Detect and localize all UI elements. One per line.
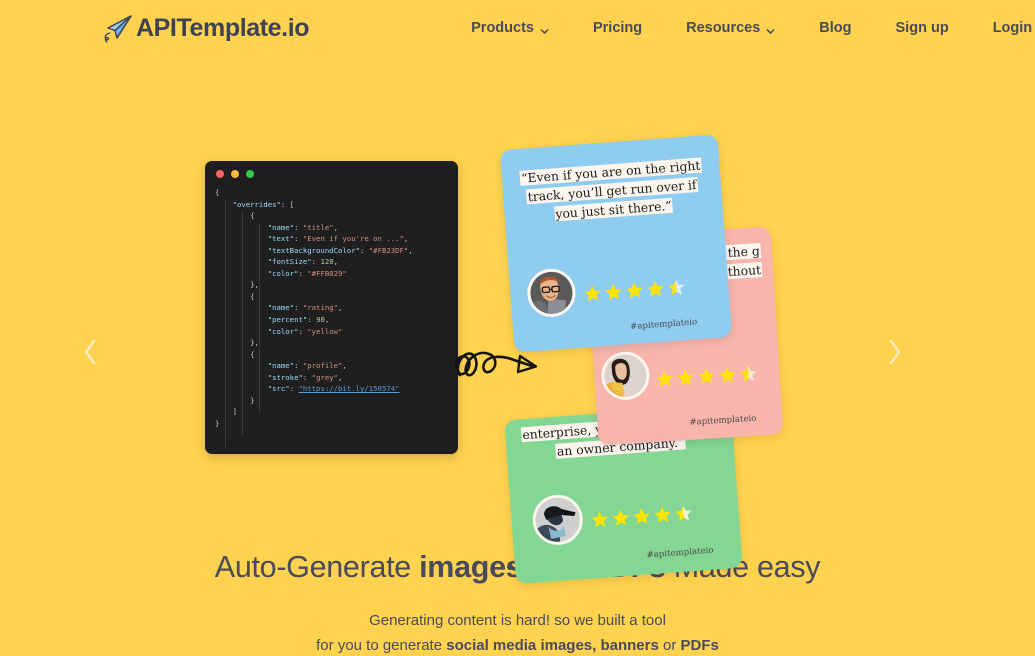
paper-plane-icon xyxy=(100,11,134,45)
headline-part-1: Auto-Generate xyxy=(214,550,420,584)
window-traffic-lights xyxy=(205,161,458,178)
hero-carousel: { "overrides": [ { "name": "title", "tex… xyxy=(0,56,1035,585)
person-cap-avatar xyxy=(530,493,585,547)
hashtag-label: #apitemplateio xyxy=(689,413,757,428)
window-maximize-dot[interactable] xyxy=(246,170,254,178)
nav-item-label: Sign up xyxy=(895,20,949,36)
nav-item-resources[interactable]: Resources xyxy=(664,20,797,36)
nav-item-label: Login xyxy=(992,20,1033,36)
hashtag-label: #apitemplateio xyxy=(629,317,698,333)
subtitle-line2-middle: or xyxy=(658,637,681,654)
nav-item-signup[interactable]: Sign up xyxy=(874,20,971,36)
rating-stars xyxy=(654,363,759,389)
chevron-down-icon xyxy=(540,24,549,34)
nav-links: Products Pricing Resources Blog Sign up xyxy=(449,20,1035,36)
subtitle-line2-prefix: for you to generate xyxy=(316,637,447,654)
nav-item-label: Resources xyxy=(686,20,761,36)
woman-avatar xyxy=(599,350,651,402)
testimonial-card-blue[interactable]: “Even if you are on the right track, you… xyxy=(499,134,733,353)
subtitle-emphasis-1: social media images, banners xyxy=(446,637,659,654)
nav-item-label: Blog xyxy=(819,20,852,36)
chevron-right-icon xyxy=(886,339,903,370)
nav-item-login[interactable]: Login xyxy=(971,20,1035,36)
hashtag-label: #apitemplateio xyxy=(646,545,714,561)
rating-stars xyxy=(582,277,687,305)
nav-item-blog[interactable]: Blog xyxy=(797,20,873,36)
nav-item-products[interactable]: Products xyxy=(449,20,571,36)
nav-item-label: Pricing xyxy=(592,20,643,36)
nav-item-label: Products xyxy=(471,20,534,36)
landing-page: APITemplate.io Products Pricing Resource… xyxy=(0,0,1035,656)
page-subtitle: Generating content is hard! so we built … xyxy=(0,608,1035,656)
subtitle-line-2: for you to generate social media images,… xyxy=(0,633,1035,656)
brand-name: APITemplate.io xyxy=(136,13,310,42)
window-close-dot[interactable] xyxy=(216,170,224,178)
top-navigation-bar: APITemplate.io Products Pricing Resource… xyxy=(0,0,1035,56)
carousel-next-button[interactable] xyxy=(876,334,912,374)
chevron-down-icon xyxy=(766,24,775,34)
headline-emphasis-images: images xyxy=(419,550,523,584)
man-glasses-avatar xyxy=(525,267,578,319)
carousel-prev-button[interactable] xyxy=(72,334,108,374)
nav-item-pricing[interactable]: Pricing xyxy=(571,20,664,36)
subtitle-emphasis-2: PDFs xyxy=(680,637,719,654)
testimonial-quote: “Even if you are on the right track, you… xyxy=(519,157,702,222)
subtitle-line-1: Generating content is hard! so we built … xyxy=(369,612,666,629)
rating-stars xyxy=(589,503,694,531)
brand-logo[interactable]: APITemplate.io xyxy=(100,11,310,45)
code-editor-window: { "overrides": [ { "name": "title", "tex… xyxy=(205,161,458,454)
chevron-left-icon xyxy=(82,339,99,370)
window-minimize-dot[interactable] xyxy=(231,170,239,178)
